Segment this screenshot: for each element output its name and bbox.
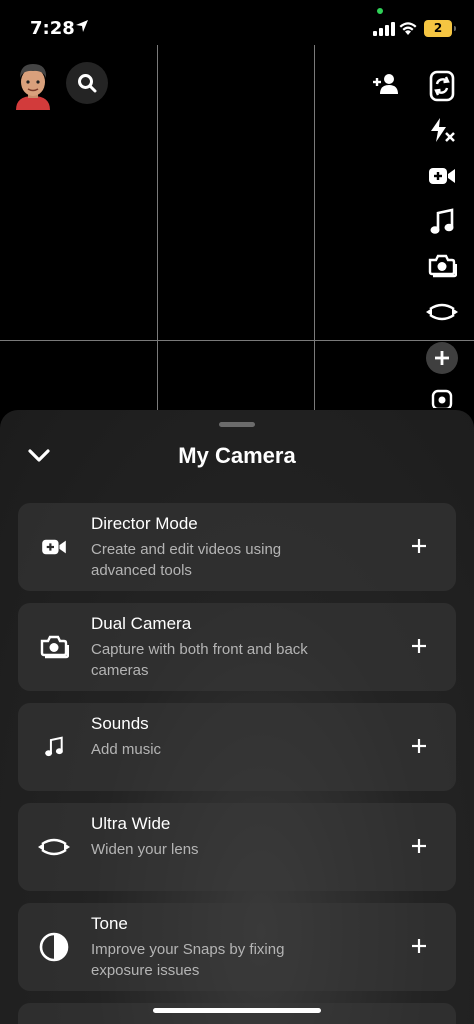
plus-icon — [412, 539, 426, 553]
my-camera-sheet: My Camera Director Mode Create and edit … — [0, 410, 474, 1024]
location-arrow-icon — [76, 20, 88, 32]
profile-avatar[interactable] — [10, 60, 56, 110]
plus-icon — [412, 839, 426, 853]
plus-icon — [412, 739, 426, 753]
cellular-signal-icon — [373, 22, 395, 36]
camera-tool-card-partial[interactable] — [18, 1003, 456, 1024]
add-tone-button[interactable] — [404, 931, 434, 961]
flash-off-button[interactable] — [422, 110, 462, 150]
flip-camera-icon — [429, 70, 455, 102]
add-director-mode-button[interactable] — [404, 531, 434, 561]
camera-tool-partial — [422, 388, 462, 408]
camera-grid-line — [314, 45, 315, 415]
video-plus-icon — [429, 168, 455, 184]
plus-icon — [435, 351, 449, 365]
dual-camera-button[interactable] — [422, 246, 462, 286]
add-sounds-button[interactable] — [404, 731, 434, 761]
scan-icon — [431, 389, 453, 408]
card-subtitle: Add music — [91, 741, 162, 758]
more-tools-button[interactable] — [422, 338, 462, 378]
camera-tool-card-tone[interactable]: Tone Improve your Snaps by fixing exposu… — [18, 903, 456, 991]
card-title: Tone — [91, 914, 128, 933]
card-subtitle: Widen your lens — [91, 841, 199, 858]
card-icon-container — [36, 729, 72, 765]
card-icon-container — [36, 629, 72, 665]
camera-in-use-indicator — [377, 8, 383, 14]
camera-grid-line — [157, 45, 158, 415]
card-subtitle: Improve your Snaps by fixing exposure is… — [91, 941, 285, 979]
status-time: 7:28 — [30, 18, 75, 39]
camera-tool-card-director-mode[interactable]: Director Mode Create and edit videos usi… — [18, 503, 456, 591]
ultra-wide-icon — [38, 838, 70, 856]
card-title: Dual Camera — [91, 614, 192, 633]
camera-tool-card-sounds[interactable]: Sounds Add music — [18, 703, 456, 791]
card-title: Sounds — [91, 714, 149, 733]
add-ultra-wide-button[interactable] — [404, 831, 434, 861]
plus-circle — [426, 342, 458, 374]
card-subtitle: Create and edit videos using advanced to… — [91, 541, 282, 579]
status-bar: 7:28 2 — [0, 0, 474, 50]
flash-off-icon — [431, 118, 455, 142]
ultra-wide-icon — [426, 303, 458, 321]
card-subtitle: Capture with both front and back cameras — [91, 641, 308, 679]
card-icon-container — [36, 529, 72, 565]
search-button[interactable] — [66, 62, 108, 104]
add-friend-icon — [373, 74, 398, 94]
home-indicator[interactable] — [153, 1008, 321, 1013]
sheet-grabber[interactable] — [219, 422, 255, 427]
plus-icon — [412, 639, 426, 653]
ultra-wide-button[interactable] — [422, 292, 462, 332]
camera-tool-card-dual-camera[interactable]: Dual Camera Capture with both front and … — [18, 603, 456, 691]
tone-icon — [39, 932, 69, 962]
music-note-icon — [430, 208, 454, 234]
sounds-button[interactable] — [422, 202, 462, 242]
collapse-button[interactable] — [22, 444, 56, 468]
wifi-icon — [399, 22, 417, 35]
music-note-icon — [45, 736, 63, 757]
sheet-title: My Camera — [178, 443, 296, 468]
video-plus-icon — [42, 539, 66, 555]
add-dual-camera-button[interactable] — [404, 631, 434, 661]
card-title: Director Mode — [91, 514, 198, 533]
card-title: Ultra Wide — [91, 814, 171, 833]
director-mode-button[interactable] — [422, 156, 462, 196]
camera-grid-line — [0, 340, 474, 341]
card-icon-container — [36, 929, 72, 965]
flip-camera-button[interactable] — [422, 66, 462, 106]
plus-icon — [412, 939, 426, 953]
dual-camera-icon — [40, 635, 69, 659]
chevron-down-icon — [28, 449, 50, 462]
dual-camera-icon — [428, 254, 457, 278]
camera-tool-card-ultra-wide[interactable]: Ultra Wide Widen your lens — [18, 803, 456, 891]
battery-indicator: 2 — [424, 20, 456, 37]
search-icon — [78, 74, 97, 93]
add-friend-button[interactable] — [366, 66, 406, 102]
card-icon-container — [36, 829, 72, 865]
